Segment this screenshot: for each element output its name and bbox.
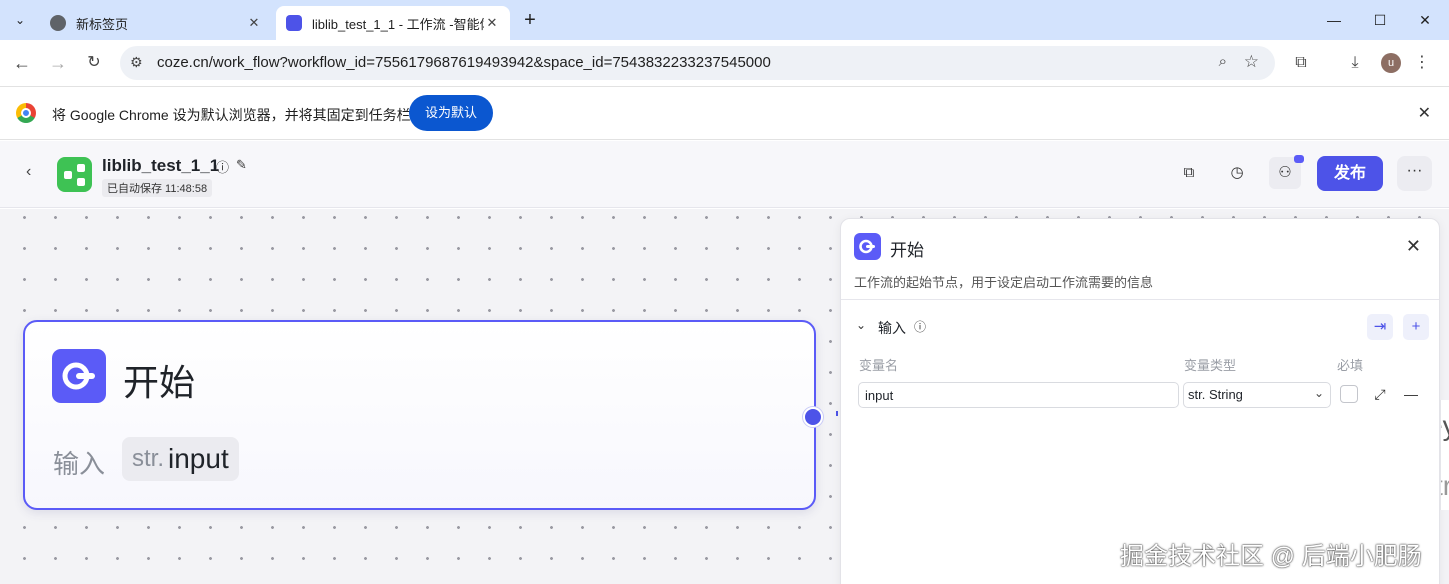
edit-icon[interactable]: ✎ xyxy=(236,157,247,173)
close-window-icon[interactable]: ✕ xyxy=(1413,8,1437,32)
reload-icon[interactable]: ↻ xyxy=(82,51,106,75)
close-icon[interactable]: ✕ xyxy=(1418,103,1431,123)
add-variable-button[interactable]: + xyxy=(1403,314,1429,340)
node-config-panel: 开始 ✕ 工作流的起始节点，用于设定启动工作流需要的信息 ⌄ 输入 ⓘ ⇥ + … xyxy=(840,218,1440,584)
tab-search-button[interactable]: ⌄ xyxy=(8,8,32,32)
maximize-icon[interactable]: ☐ xyxy=(1368,8,1392,32)
notification-dot xyxy=(1294,155,1304,163)
chrome-icon xyxy=(50,15,66,31)
tab-title: 新标签页 xyxy=(76,16,129,32)
history-icon[interactable]: ◷ xyxy=(1221,157,1253,189)
start-node[interactable]: 开始 输入 str. input xyxy=(23,320,816,510)
extensions-icon[interactable]: ⧉ xyxy=(1289,51,1313,75)
offscreen-node-fragment: ey tr xyxy=(1440,400,1449,510)
tab-workflow[interactable]: liblib_test_1_1 - 工作流 -智能体 ✕ xyxy=(276,6,510,40)
info-icon[interactable]: ⓘ xyxy=(914,318,926,335)
tab-new-tab[interactable]: 新标签页 ✕ xyxy=(40,6,272,40)
remove-row-icon[interactable]: — xyxy=(1401,384,1421,404)
selected-type: str. String xyxy=(1188,387,1243,402)
expand-icon[interactable]: ⤢ xyxy=(1370,384,1390,404)
chevron-down-icon: ⌄ xyxy=(14,13,26,27)
required-checkbox[interactable] xyxy=(1340,385,1358,403)
close-icon[interactable]: ✕ xyxy=(1406,236,1421,257)
chevron-down-icon: ⌄ xyxy=(1313,386,1324,400)
kebab-menu-icon[interactable]: ⋮ xyxy=(1410,51,1434,75)
variable-type-select[interactable]: str. String ⌄ xyxy=(1183,382,1331,408)
start-node-title: 开始 xyxy=(123,362,196,403)
back-chevron-icon[interactable]: ‹ xyxy=(26,163,31,181)
site-info-icon[interactable]: ⚙ xyxy=(130,54,143,71)
zoom-icon[interactable]: ⌕ xyxy=(1219,53,1227,70)
info-icon[interactable]: ⓘ xyxy=(216,157,229,176)
tab-title: liblib_test_1_1 - 工作流 -智能体 xyxy=(312,16,484,32)
panel-title: 开始 xyxy=(890,241,924,260)
copy-icon[interactable]: ⧉ xyxy=(1173,157,1205,189)
url-text[interactable]: coze.cn/work_flow?workflow_id=7556179687… xyxy=(157,54,771,71)
param-name: input xyxy=(168,443,229,474)
variable-name-input[interactable] xyxy=(858,382,1179,408)
more-button[interactable]: ··· xyxy=(1397,156,1432,191)
edge-stub xyxy=(836,411,838,416)
autosave-status: 已自动保存 11:48:58 xyxy=(102,179,213,197)
col-required: 必填 xyxy=(1337,358,1364,373)
profile-avatar[interactable]: u xyxy=(1381,53,1401,73)
import-icon[interactable]: ⇥ xyxy=(1367,314,1393,340)
chrome-logo-icon xyxy=(16,103,36,123)
tab-strip: ⌄ 新标签页 ✕ liblib_test_1_1 - 工作流 -智能体 ✕ + … xyxy=(0,0,1449,40)
param-type: str. xyxy=(132,445,165,472)
chevron-down-icon[interactable]: ⌄ xyxy=(856,318,866,332)
close-tab-icon[interactable]: ✕ xyxy=(484,15,500,31)
address-bar[interactable]: ⚙ coze.cn/work_flow?workflow_id=75561796… xyxy=(120,46,1275,80)
workflow-icon xyxy=(57,157,92,192)
divider xyxy=(841,299,1439,300)
output-port[interactable] xyxy=(803,407,823,427)
minimize-icon[interactable]: — xyxy=(1322,8,1346,32)
workflow-title: liblib_test_1_1 xyxy=(102,156,220,175)
start-node-icon xyxy=(854,233,881,260)
start-node-icon xyxy=(52,349,106,403)
download-icon[interactable]: ⤓ xyxy=(1343,51,1367,75)
col-variable-name: 变量名 xyxy=(859,358,899,373)
panel-description: 工作流的起始节点，用于设定启动工作流需要的信息 xyxy=(854,275,1154,290)
publish-button[interactable]: 发布 xyxy=(1317,156,1383,191)
infobar-message: 将 Google Chrome 设为默认浏览器，并将其固定到任务栏 xyxy=(52,107,411,123)
col-variable-type: 变量类型 xyxy=(1184,358,1237,373)
input-section-title: 输入 xyxy=(878,320,906,336)
browser-toolbar: ← → ↻ ⚙ coze.cn/work_flow?workflow_id=75… xyxy=(0,40,1449,86)
bookmark-star-icon[interactable]: ☆ xyxy=(1244,52,1259,72)
new-tab-button[interactable]: + xyxy=(518,8,542,32)
watermark: 掘金技术社区 @ 后端小肥肠 xyxy=(1120,543,1422,570)
back-arrow-icon[interactable]: ← xyxy=(10,51,34,75)
coze-icon xyxy=(286,15,302,31)
set-default-button[interactable]: 设为默认 xyxy=(409,95,493,131)
close-tab-icon[interactable]: ✕ xyxy=(246,15,262,31)
input-label: 输入 xyxy=(53,449,106,479)
default-browser-infobar: 将 Google Chrome 设为默认浏览器，并将其固定到任务栏 设为默认 ✕ xyxy=(0,86,1449,140)
param-chip: str. input xyxy=(122,437,239,481)
forward-arrow-icon[interactable]: → xyxy=(46,51,70,75)
